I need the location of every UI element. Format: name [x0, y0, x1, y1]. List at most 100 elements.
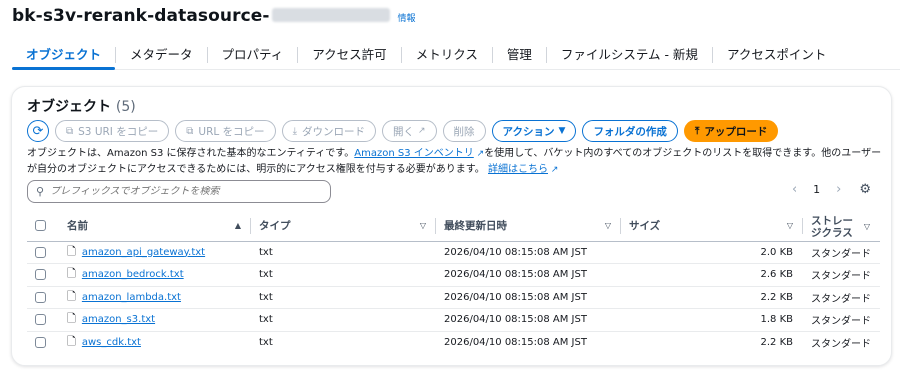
panel-title: オブジェクト (5)	[27, 96, 136, 116]
row-select-cell	[27, 241, 59, 264]
search-input[interactable]	[50, 186, 311, 197]
row-checkbox[interactable]	[35, 291, 46, 303]
redacted-account-id	[271, 8, 390, 22]
object-storage-class: スタンダード	[803, 286, 880, 309]
object-type: txt	[259, 337, 273, 348]
panel-title-text: オブジェクト	[27, 99, 111, 115]
object-link[interactable]: amazon_api_gateway.txt	[82, 247, 205, 258]
gear-icon[interactable]: ⚙	[859, 182, 871, 197]
tab-management[interactable]: 管理	[493, 42, 546, 69]
tab-permissions[interactable]: アクセス許可	[298, 42, 400, 69]
column-size[interactable]: サイズ ▽	[621, 211, 803, 242]
object-size: 2.2 KB	[760, 337, 794, 348]
tab-objects[interactable]: オブジェクト	[12, 42, 116, 70]
tab-access-points[interactable]: アクセスポイント	[713, 42, 840, 69]
table-row: 🗋 amazon_bedrock.txt txt 2026/04/10 08:15…	[27, 263, 880, 287]
download-label: ダウンロード	[301, 125, 365, 138]
object-type: txt	[251, 286, 436, 309]
file-icon: 🗋	[67, 267, 76, 281]
row-select-cell	[27, 331, 59, 354]
object-name-cell: 🗋 amazon_lambda.txt	[59, 286, 251, 309]
upload-icon: ⤒	[694, 125, 700, 137]
object-modified: 2026/04/10 08:15:08 AM JST	[436, 263, 621, 287]
actions-label: アクション	[502, 125, 555, 138]
object-link[interactable]: aws_cdk.txt	[82, 337, 141, 348]
row-checkbox[interactable]	[35, 246, 46, 258]
table-row: 🗋 amazon_s3.txt txt 2026/04/10 08:15:08 A…	[27, 308, 880, 332]
inventory-link[interactable]: Amazon S3 インベントリ	[354, 148, 473, 159]
object-type: txt	[251, 263, 436, 287]
row-select-cell	[27, 286, 59, 309]
table-row: 🗋 amazon_api_gateway.txt txt 2026/04/10 0…	[27, 241, 880, 264]
object-link[interactable]: amazon_s3.txt	[82, 314, 155, 325]
object-name-cell: 🗋 aws_cdk.txt	[59, 331, 251, 354]
open-button[interactable]: 開く ↗	[381, 120, 437, 142]
refresh-button[interactable]: ⟳	[27, 120, 49, 142]
sort-icon: ▽	[419, 221, 426, 230]
object-link[interactable]: amazon_lambda.txt	[82, 292, 181, 303]
table-row: 🗋 amazon_lambda.txt txt 2026/04/10 08:15:…	[27, 286, 880, 309]
column-type[interactable]: タイプ ▽	[251, 211, 436, 242]
search-icon: ⚲	[36, 185, 45, 198]
bucket-name: bk-s3v-rerank-datasource-	[12, 6, 270, 26]
sort-ascending-icon: ▲	[234, 221, 241, 230]
object-size: 2.2 KB	[621, 286, 803, 309]
sort-icon: ▽	[863, 222, 870, 231]
delete-button[interactable]: 削除	[442, 120, 486, 142]
object-name-cell: 🗋 amazon_s3.txt	[59, 308, 251, 332]
tab-properties[interactable]: プロパティ	[208, 42, 298, 69]
copy-icon: ⧉	[66, 125, 74, 137]
caret-down-icon: ▼	[558, 126, 566, 136]
column-name[interactable]: 名前 ▲	[59, 211, 251, 242]
object-storage-class: スタンダード	[811, 339, 871, 350]
current-page[interactable]: 1	[813, 183, 820, 196]
object-storage-class: スタンダード	[803, 263, 880, 287]
row-checkbox[interactable]	[35, 336, 46, 348]
actions-dropdown[interactable]: アクション ▼	[491, 120, 577, 142]
next-page-icon[interactable]: ›	[836, 182, 841, 197]
object-size: 1.8 KB	[621, 308, 803, 332]
external-link-icon: ↗	[473, 149, 485, 159]
download-button[interactable]: ⤓ ダウンロード	[281, 120, 376, 142]
file-icon: 🗋	[67, 289, 76, 303]
object-storage-class: スタンダード	[803, 308, 880, 332]
create-folder-button[interactable]: フォルダの作成	[582, 120, 678, 142]
copy-url-label: URL をコピー	[198, 125, 265, 138]
copy-s3-uri-button[interactable]: ⧉ S3 URI をコピー	[55, 120, 170, 142]
prev-page-icon[interactable]: ‹	[792, 182, 797, 197]
object-modified: 2026/04/10 08:15:08 AM JST	[444, 337, 587, 348]
download-icon: ⤓	[292, 125, 297, 137]
tab-file-system[interactable]: ファイルシステム - 新規	[547, 42, 712, 69]
object-modified: 2026/04/10 08:15:08 AM JST	[436, 241, 621, 264]
objects-table: 名前 ▲ タイプ ▽ 最終更新日時 ▽ サイズ ▽ ストレー ジクラス ▽ 🗋 amazon_…	[27, 211, 880, 354]
info-link[interactable]: 情報	[398, 11, 416, 24]
object-link[interactable]: amazon_bedrock.txt	[82, 269, 184, 280]
tab-metrics[interactable]: メトリクス	[402, 42, 492, 69]
object-count: (5)	[115, 99, 136, 115]
row-checkbox[interactable]	[35, 269, 46, 280]
object-type: txt	[251, 308, 436, 332]
column-storage-label-2: ジクラス	[811, 226, 853, 239]
copy-url-button[interactable]: ⧉ URL をコピー	[175, 120, 276, 142]
column-size-label: サイズ	[629, 220, 661, 233]
select-all-checkbox[interactable]	[35, 220, 46, 232]
select-all-cell	[27, 211, 59, 242]
object-modified: 2026/04/10 08:15:08 AM JST	[436, 286, 621, 309]
row-checkbox[interactable]	[35, 314, 46, 325]
column-storage-class[interactable]: ストレー ジクラス ▽	[803, 211, 880, 242]
sort-icon: ▽	[786, 221, 793, 230]
tab-metadata[interactable]: メタデータ	[116, 42, 207, 69]
learn-more-link[interactable]: 詳細はこちら	[488, 164, 548, 175]
objects-description: オブジェクトは、Amazon S3 に保存された基本的なエンティティです。Ama…	[27, 146, 887, 178]
objects-toolbar: ⟳ ⧉ S3 URI をコピー ⧉ URL をコピー ⤓ ダウンロード 開く ↗ 削除 …	[27, 120, 784, 142]
bucket-tabs: オブジェクト メタデータ プロパティ アクセス許可 メトリクス 管理 ファイルシ…	[12, 42, 900, 70]
object-name-cell: 🗋 amazon_bedrock.txt	[59, 263, 251, 287]
external-link-icon: ↗	[417, 126, 426, 136]
refresh-icon: ⟳	[32, 123, 44, 139]
column-last-modified[interactable]: 最終更新日時 ▽	[436, 211, 621, 242]
objects-panel: オブジェクト (5) ⟳ ⧉ S3 URI をコピー ⧉ URL をコピー ⤓ ダウン…	[11, 86, 892, 366]
object-name-cell: 🗋 amazon_api_gateway.txt	[59, 241, 251, 264]
upload-button[interactable]: ⤒ アップロード	[683, 120, 779, 142]
open-label: 開く	[392, 125, 414, 138]
object-size: 2.6 KB	[621, 263, 803, 287]
